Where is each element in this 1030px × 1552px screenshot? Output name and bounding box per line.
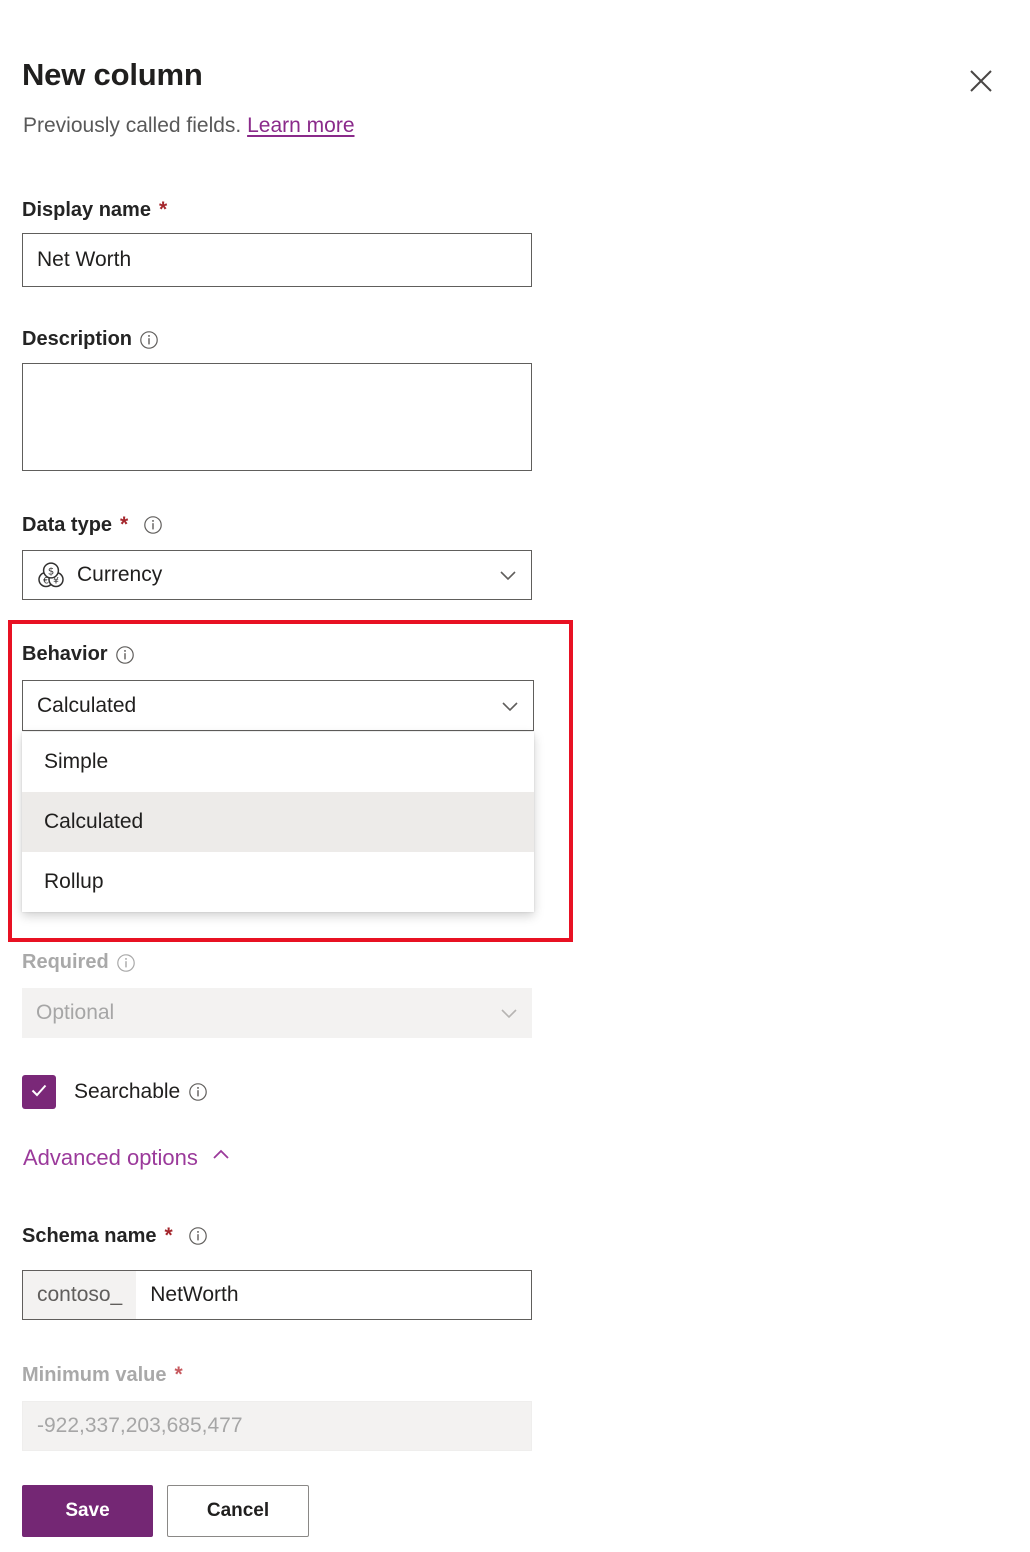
chevron-down-icon xyxy=(498,1002,520,1024)
data-type-value: Currency xyxy=(77,563,162,587)
data-type-dropdown[interactable]: € ¥ $ Currency xyxy=(22,550,532,600)
learn-more-link[interactable]: Learn more xyxy=(247,114,354,137)
subtitle-text: Previously called fields. xyxy=(23,114,241,137)
info-icon[interactable] xyxy=(116,953,136,973)
data-type-label: Data type * xyxy=(22,513,163,537)
display-name-input[interactable]: Net Worth xyxy=(22,233,532,287)
chevron-down-icon xyxy=(499,695,521,717)
currency-icon: € ¥ $ xyxy=(37,561,65,589)
save-button[interactable]: Save xyxy=(22,1485,153,1537)
cancel-button[interactable]: Cancel xyxy=(167,1485,309,1537)
required-label: Required xyxy=(22,951,136,974)
schema-prefix: contoso_ xyxy=(23,1271,136,1319)
new-column-panel: New column Previously called fields. Lea… xyxy=(0,0,1030,1552)
display-name-label: Display name * xyxy=(22,198,167,222)
schema-name-input[interactable]: NetWorth xyxy=(136,1271,531,1319)
close-button[interactable] xyxy=(960,60,1002,102)
advanced-options-label: Advanced options xyxy=(23,1145,198,1171)
info-icon[interactable] xyxy=(139,330,159,350)
behavior-label: Behavior xyxy=(22,643,135,666)
behavior-option-calculated[interactable]: Calculated xyxy=(22,792,534,852)
display-name-value: Net Worth xyxy=(37,248,131,272)
required-asterisk: * xyxy=(159,198,167,222)
schema-name-label: Schema name * xyxy=(22,1224,208,1248)
behavior-option-rollup[interactable]: Rollup xyxy=(22,852,534,912)
searchable-checkbox[interactable] xyxy=(22,1075,56,1109)
behavior-value: Calculated xyxy=(37,694,136,718)
required-asterisk: * xyxy=(120,513,128,537)
minimum-value-label: Minimum value * xyxy=(22,1363,183,1387)
advanced-options-toggle[interactable]: Advanced options xyxy=(23,1143,233,1173)
minimum-value-input: -922,337,203,685,477 xyxy=(22,1401,532,1451)
close-icon xyxy=(968,68,994,94)
page-title: New column xyxy=(22,58,203,92)
checkmark-icon xyxy=(28,1079,50,1106)
info-icon[interactable] xyxy=(188,1226,208,1246)
description-label: Description xyxy=(22,328,159,351)
required-dropdown: Optional xyxy=(22,988,532,1038)
searchable-label: Searchable xyxy=(74,1080,208,1104)
info-icon[interactable] xyxy=(188,1082,208,1102)
required-value: Optional xyxy=(36,1001,114,1025)
panel-subtitle: Previously called fields. Learn more xyxy=(23,112,355,139)
info-icon[interactable] xyxy=(115,645,135,665)
searchable-row[interactable]: Searchable xyxy=(22,1075,208,1109)
required-asterisk: * xyxy=(174,1363,182,1387)
description-textarea[interactable] xyxy=(22,363,532,471)
minimum-value-text: -922,337,203,685,477 xyxy=(37,1414,243,1438)
chevron-down-icon xyxy=(497,564,519,586)
behavior-option-simple[interactable]: Simple xyxy=(22,732,534,792)
required-asterisk: * xyxy=(165,1224,173,1248)
svg-text:$: $ xyxy=(48,566,54,577)
behavior-options-list: Simple Calculated Rollup xyxy=(22,732,534,912)
info-icon[interactable] xyxy=(143,515,163,535)
chevron-up-icon xyxy=(209,1143,233,1173)
behavior-dropdown[interactable]: Calculated xyxy=(22,680,534,731)
schema-name-field[interactable]: contoso_ NetWorth xyxy=(22,1270,532,1320)
